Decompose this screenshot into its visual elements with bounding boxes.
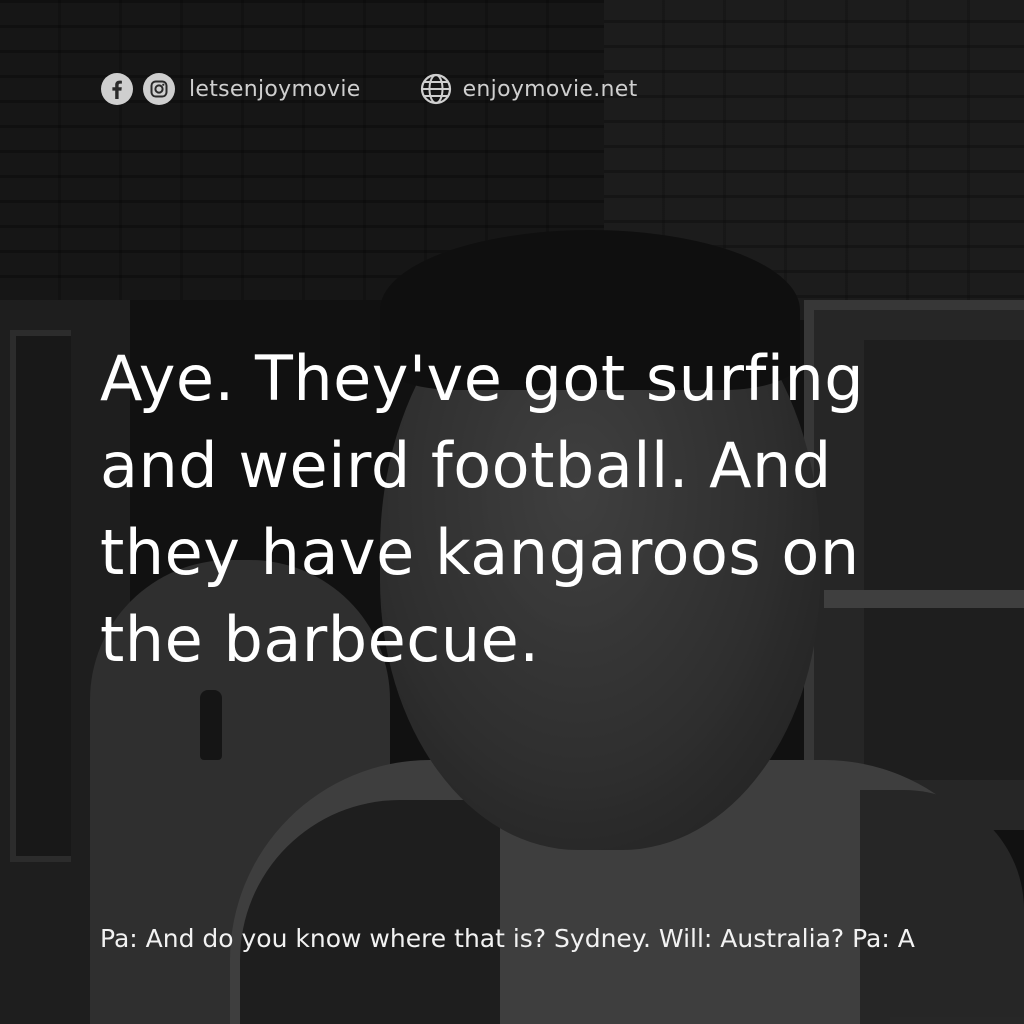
globe-icon — [419, 72, 453, 106]
header-bar: letsenjoymovie enjoymovie.net — [101, 70, 638, 108]
instagram-icon[interactable] — [143, 73, 175, 105]
social-handle[interactable]: letsenjoymovie — [189, 77, 361, 102]
website-link[interactable]: enjoymovie.net — [463, 77, 638, 102]
movie-quote: Aye. They've got surfing and weird footb… — [100, 342, 865, 676]
dialogue-context: Pa: And do you know where that is? Sydne… — [100, 924, 915, 953]
facebook-icon[interactable] — [101, 73, 133, 105]
